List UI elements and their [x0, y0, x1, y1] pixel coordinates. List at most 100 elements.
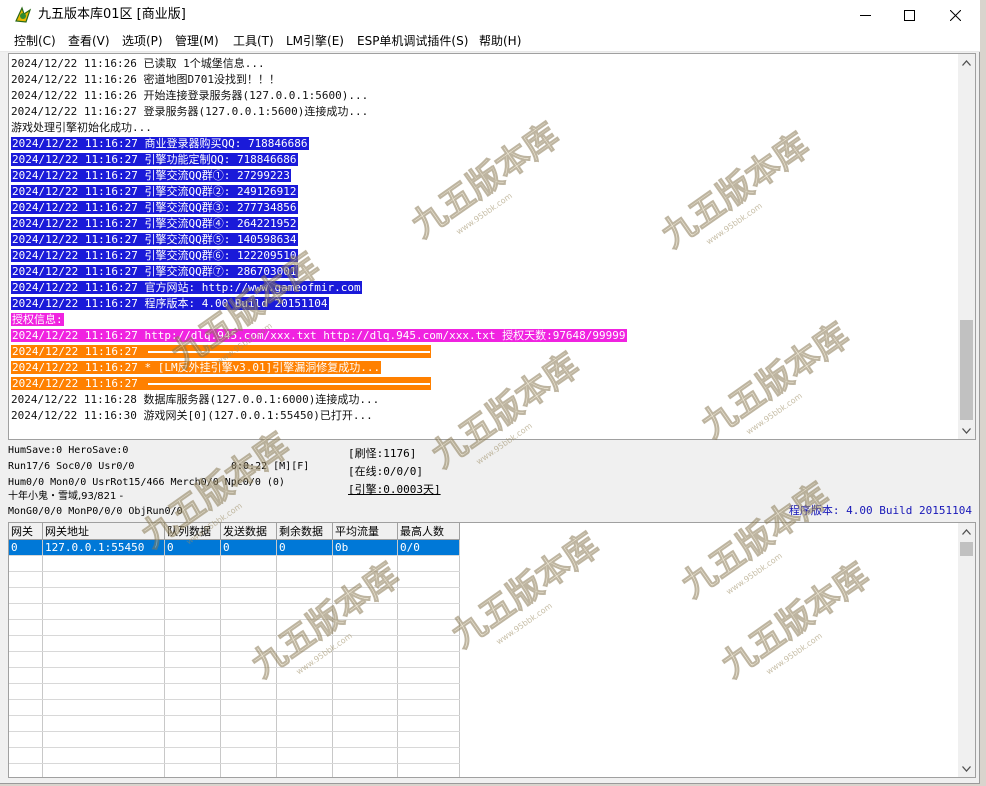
- table-cell: [276, 555, 333, 572]
- table-cell: [9, 555, 43, 572]
- menu-lm-engine[interactable]: LM引擎(E): [286, 32, 344, 50]
- table-row[interactable]: [9, 635, 460, 652]
- maximize-button[interactable]: [886, 0, 932, 30]
- log-text: 2024/12/22 11:16:27 引擎交流QQ群④: 264221952: [11, 217, 298, 230]
- table-cell: [397, 763, 460, 777]
- window-title: 九五版本库01区 [商业版]: [38, 7, 186, 22]
- minimize-icon: [859, 14, 871, 16]
- log-text: 2024/12/22 11:16:27 引擎交流QQ群①: 27299223: [11, 169, 291, 182]
- table-cell: [332, 667, 398, 684]
- menu-esp-plugin[interactable]: ESP单机调试插件(S): [357, 32, 468, 50]
- table-cell: [276, 603, 333, 620]
- table-cell: [397, 731, 460, 748]
- scroll-thumb[interactable]: [960, 320, 973, 420]
- refresh-monster-label: [刷怪:1176]: [348, 447, 417, 460]
- table-cell: [397, 699, 460, 716]
- table-cell: [276, 699, 333, 716]
- col-remaining-data[interactable]: 剩余数据: [276, 523, 333, 540]
- menu-manage[interactable]: 管理(M): [175, 32, 219, 50]
- table-cell: [9, 587, 43, 604]
- table-row[interactable]: [9, 587, 460, 604]
- log-scrollbar[interactable]: [958, 54, 975, 439]
- grid-scroll-up-arrow[interactable]: [958, 523, 975, 540]
- col-queue-data[interactable]: 队列数据: [164, 523, 221, 540]
- grid-scroll-down-arrow[interactable]: [958, 760, 975, 777]
- table-cell: [9, 763, 43, 777]
- scroll-up-arrow[interactable]: [958, 54, 975, 71]
- table-cell: [276, 731, 333, 748]
- col-gateway[interactable]: 网关: [9, 523, 43, 540]
- table-row[interactable]: [9, 619, 460, 636]
- table-cell: [332, 699, 398, 716]
- scroll-down-arrow[interactable]: [958, 422, 975, 439]
- menu-help[interactable]: 帮助(H): [479, 32, 521, 50]
- menu-view[interactable]: 查看(V): [68, 32, 110, 50]
- table-cell: [164, 587, 221, 604]
- chevron-down-icon: [962, 765, 971, 772]
- log-line: 2024/12/22 11:16:27 引擎交流QQ群③: 277734856: [11, 200, 959, 216]
- chevron-up-icon: [962, 528, 971, 535]
- table-cell: [9, 683, 43, 700]
- menu-tools[interactable]: 工具(T): [233, 32, 274, 50]
- table-cell: [220, 699, 277, 716]
- table-cell: [276, 571, 333, 588]
- log-text: 2024/12/22 11:16:27 引擎交流QQ群②: 249126912: [11, 185, 298, 198]
- title-bar[interactable]: 九五版本库01区 [商业版]: [0, 0, 980, 30]
- col-average-traffic[interactable]: 平均流量: [332, 523, 398, 540]
- table-row[interactable]: [9, 667, 460, 684]
- col-max-players[interactable]: 最高人数: [397, 523, 460, 540]
- table-cell: [220, 587, 277, 604]
- menu-options[interactable]: 选项(P): [122, 32, 163, 50]
- table-row[interactable]: [9, 555, 460, 572]
- server-window: 九五版本库01区 [商业版] 控制(C) 查看(V) 选项(P) 管理(M) 工…: [0, 0, 980, 784]
- table-cell: [397, 571, 460, 588]
- menu-control[interactable]: 控制(C): [14, 32, 56, 50]
- table-row[interactable]: [9, 683, 460, 700]
- log-line: 2024/12/22 11:16:27 http://dlq.945.com/x…: [11, 328, 959, 344]
- col-gateway-address[interactable]: 网关地址: [42, 523, 165, 540]
- close-button[interactable]: [932, 0, 978, 30]
- table-cell: [220, 555, 277, 572]
- table-cell: 0/0: [397, 539, 460, 556]
- grid-scroll-thumb[interactable]: [960, 542, 973, 556]
- table-cell: [332, 683, 398, 700]
- table-cell: [9, 731, 43, 748]
- table-cell: 0b: [332, 539, 398, 556]
- table-cell: [164, 571, 221, 588]
- table-cell: [9, 603, 43, 620]
- table-row[interactable]: [9, 747, 460, 764]
- log-text: 授权信息:: [11, 313, 64, 326]
- table-cell: [332, 619, 398, 636]
- table-cell: [397, 715, 460, 732]
- log-line: 2024/12/22 11:16:28 数据库服务器(127.0.0.1:600…: [11, 392, 959, 408]
- chevron-down-icon: [962, 427, 971, 434]
- engine-days-label: [引擎:0.0003天]: [348, 483, 441, 496]
- table-row[interactable]: [9, 731, 460, 748]
- table-row[interactable]: [9, 715, 460, 732]
- table-cell: [397, 667, 460, 684]
- table-cell: [42, 747, 165, 764]
- log-text: 2024/12/22 11:16:27 引擎交流QQ群③: 277734856: [11, 201, 298, 214]
- table-row[interactable]: [9, 651, 460, 668]
- table-cell: [42, 619, 165, 636]
- table-cell: [9, 635, 43, 652]
- log-panel[interactable]: 2024/12/22 11:16:26 已读取 1个城堡信息... 2024/12…: [8, 53, 976, 440]
- table-row[interactable]: 0 127.0.0.1:55450 0 0 0 0b 0/0: [9, 539, 460, 556]
- table-row[interactable]: [9, 699, 460, 716]
- table-cell: [276, 763, 333, 777]
- log-text: 2024/12/22 11:16:30 游戏网关[0](127.0.0.1:55…: [11, 409, 373, 422]
- table-row[interactable]: [9, 571, 460, 588]
- minimize-button[interactable]: [842, 0, 888, 30]
- table-row[interactable]: [9, 763, 460, 777]
- table-cell: [220, 571, 277, 588]
- table-cell: [9, 667, 43, 684]
- grid-scrollbar[interactable]: [958, 523, 975, 777]
- gateway-grid[interactable]: 网关 网关地址 队列数据 发送数据 剩余数据 平均流量 最高人数 0 127.0.…: [8, 522, 976, 778]
- table-cell: [220, 731, 277, 748]
- table-cell: [397, 747, 460, 764]
- log-text: 2024/12/22 11:16:27 程序版本: 4.00 Build 201…: [11, 297, 329, 310]
- table-row[interactable]: [9, 603, 460, 620]
- table-cell: [276, 651, 333, 668]
- col-send-data[interactable]: 发送数据: [220, 523, 277, 540]
- table-cell: [332, 587, 398, 604]
